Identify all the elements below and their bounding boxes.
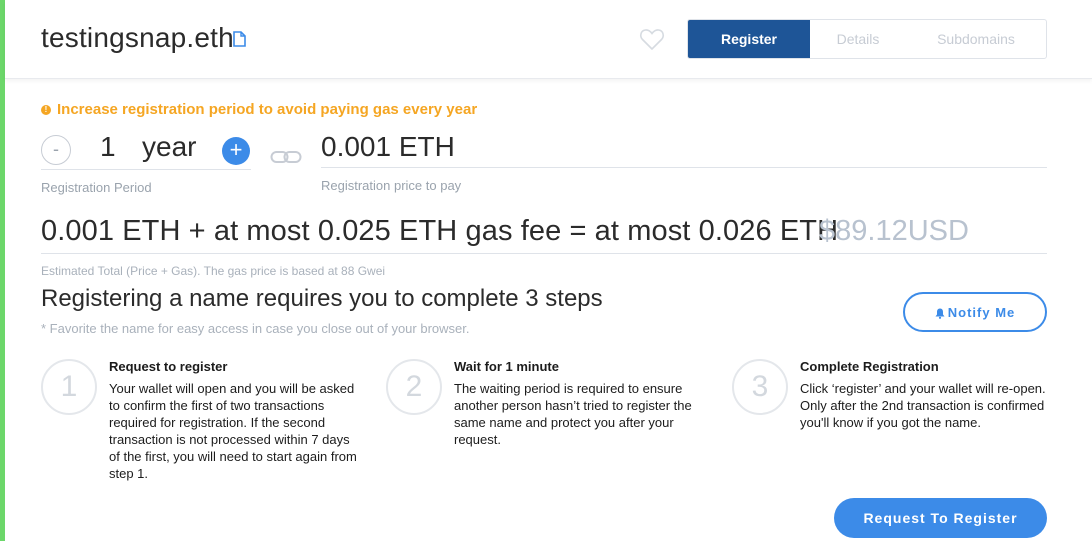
registration-card: testingsnap.eth Register Details Subdoma…	[0, 0, 1092, 541]
period-unit: year	[142, 131, 197, 162]
domain-name: testingsnap.eth	[41, 22, 234, 53]
price-label: Registration price to pay	[321, 178, 462, 193]
increment-period-button[interactable]: +	[222, 137, 250, 165]
step-title: Wait for 1 minute	[454, 359, 559, 374]
decrement-period-button[interactable]: -	[41, 135, 71, 165]
total-label: Estimated Total (Price + Gas). The gas p…	[41, 264, 386, 278]
step-title: Complete Registration	[800, 359, 939, 374]
step-description: Your wallet will open and you will be as…	[109, 381, 357, 481]
step-description: The waiting period is required to ensure…	[454, 381, 692, 447]
request-to-register-button[interactable]: Request To Register	[834, 498, 1047, 538]
usd-total: $89.12USD	[819, 215, 969, 247]
period-divider	[41, 169, 251, 170]
heart-icon[interactable]	[639, 27, 665, 51]
gas-warning-text: Increase registration period to avoid pa…	[57, 101, 478, 118]
notify-me-label: Notify Me	[947, 304, 1016, 320]
notify-me-button[interactable]: Notify Me	[903, 292, 1047, 332]
price-divider	[321, 167, 1047, 168]
tab-bar: Register Details Subdomains	[687, 19, 1047, 59]
tab-register[interactable]: Register	[688, 20, 810, 58]
tab-subdomains[interactable]: Subdomains	[906, 20, 1046, 58]
link-icon	[270, 149, 302, 165]
bell-icon	[935, 307, 945, 319]
document-icon[interactable]	[233, 31, 246, 47]
step-number: 1	[41, 359, 97, 415]
status-bar	[0, 0, 5, 541]
period-value: 1	[100, 131, 116, 162]
price-value: 0.001 ETH	[321, 131, 455, 162]
step-title: Request to register	[109, 359, 228, 374]
tab-details[interactable]: Details	[810, 20, 906, 58]
step-number: 3	[732, 359, 788, 415]
period-label: Registration Period	[41, 180, 152, 195]
step-description: Click ‘register’ and your wallet will re…	[800, 381, 1046, 430]
step-number: 2	[386, 359, 442, 415]
exclamation-icon: !	[41, 104, 51, 115]
steps-note: * Favorite the name for easy access in c…	[41, 321, 470, 336]
total-divider	[41, 253, 1047, 254]
steps-title: Registering a name requires you to compl…	[41, 285, 603, 312]
gas-warning: ! Increase registration period to avoid …	[41, 101, 477, 118]
name-header: testingsnap.eth Register Details Subdoma…	[5, 0, 1092, 79]
estimated-total: 0.001 ETH + at most 0.025 ETH gas fee = …	[41, 215, 839, 247]
